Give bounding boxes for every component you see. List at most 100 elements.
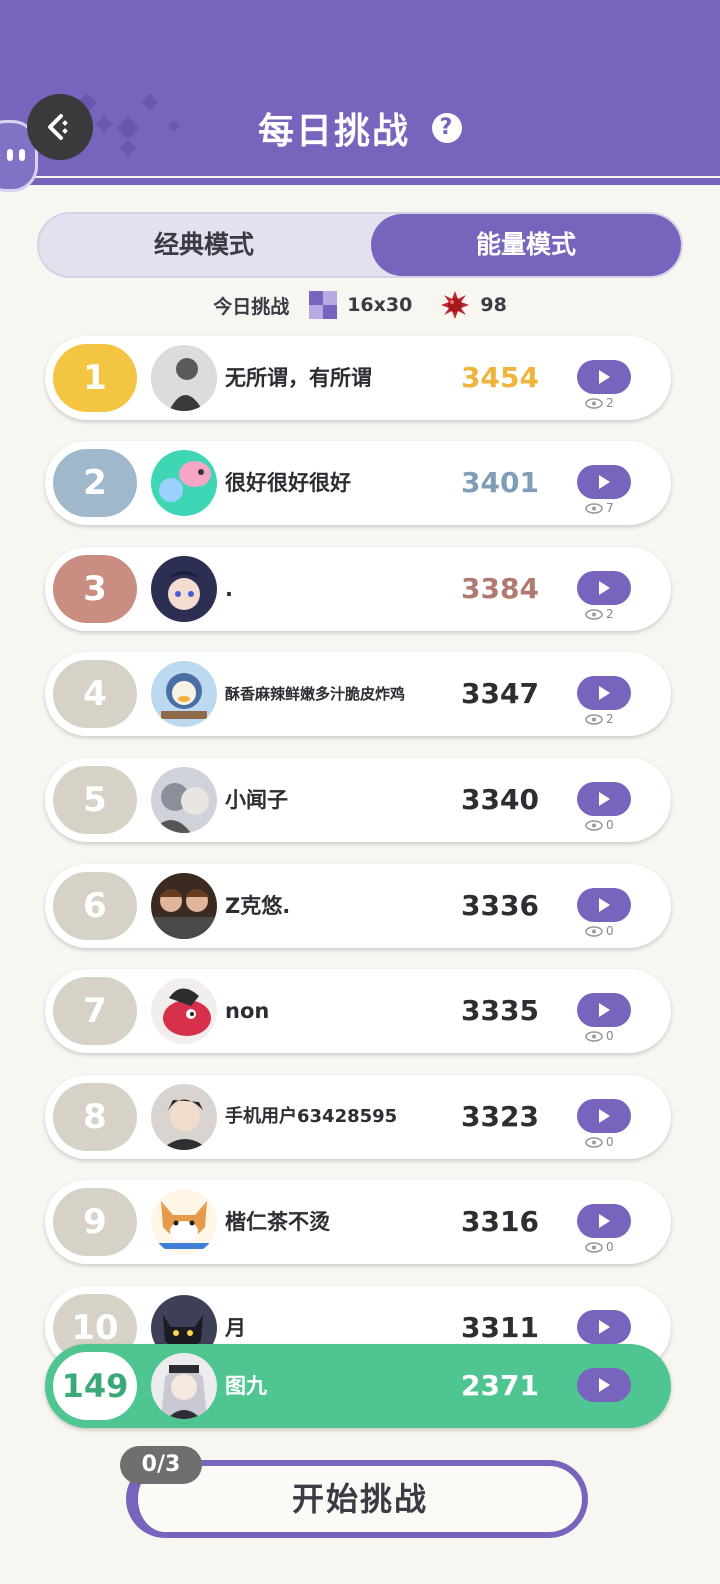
replay-button[interactable] (577, 571, 631, 605)
avatar[interactable] (151, 556, 217, 622)
player-score: 3401 (461, 466, 539, 499)
play-icon (599, 1003, 610, 1017)
my-replay-button[interactable] (577, 1368, 631, 1402)
player-name: non (225, 999, 270, 1023)
leaderboard-row[interactable]: 5 小闻子 3340 0 (45, 758, 671, 842)
rank-badge: 5 (53, 766, 137, 834)
replay-button[interactable] (577, 993, 631, 1027)
mine-icon (441, 291, 470, 319)
tab-energy-mode[interactable]: 能量模式 (371, 214, 681, 276)
eye-icon (585, 819, 603, 831)
replay-button[interactable] (577, 676, 631, 710)
player-name: 楷仁茶不烫 (225, 1210, 330, 1234)
player-name: Z克悠. (225, 894, 291, 918)
play-icon (599, 686, 610, 700)
avatar[interactable] (151, 450, 217, 516)
avatar[interactable] (151, 767, 217, 833)
leaderboard-row[interactable]: 9 楷仁茶不烫 3316 0 (45, 1180, 671, 1264)
replay-button[interactable] (577, 1204, 631, 1238)
player-score: 3323 (461, 1100, 539, 1133)
view-count-value: 2 (606, 607, 614, 621)
view-count: 7 (585, 501, 614, 515)
play-icon (599, 370, 610, 384)
leaderboard-row[interactable]: 2 很好很好很好 3401 7 (45, 441, 671, 525)
play-icon (599, 1320, 610, 1334)
board-size-icon (309, 291, 338, 319)
view-count: 0 (585, 1029, 614, 1043)
rank-badge: 1 (53, 344, 137, 412)
question-icon[interactable]: ? (432, 113, 462, 143)
avatar[interactable] (151, 873, 217, 939)
leaderboard-row[interactable]: 8 手机用户63428595 3323 0 (45, 1075, 671, 1159)
replay-button[interactable] (577, 888, 631, 922)
view-count: 0 (585, 1135, 614, 1149)
eye-icon (585, 502, 603, 514)
play-icon (599, 898, 610, 912)
avatar[interactable] (151, 978, 217, 1044)
eye-icon (585, 1241, 603, 1253)
rank-badge: 9 (53, 1188, 137, 1256)
my-avatar[interactable] (151, 1353, 217, 1419)
replay-button[interactable] (577, 360, 631, 394)
eye-icon (585, 1030, 603, 1042)
eye-icon (585, 713, 603, 725)
view-count: 0 (585, 1240, 614, 1254)
play-icon (599, 581, 610, 595)
rank-badge: 3 (53, 555, 137, 623)
eye-icon (585, 925, 603, 937)
replay-button[interactable] (577, 1310, 631, 1344)
avatar[interactable] (151, 345, 217, 411)
play-icon (599, 1378, 610, 1392)
eye-icon (585, 608, 603, 620)
view-count-value: 0 (606, 818, 614, 832)
player-name: . (225, 577, 233, 601)
player-name: 无所谓，有所谓 (225, 366, 372, 390)
rank-badge: 6 (53, 872, 137, 940)
player-score: 3335 (461, 994, 539, 1027)
player-name: 酥香麻辣鲜嫩多汁脆皮炸鸡 (225, 685, 406, 703)
rank-badge: 2 (53, 449, 137, 517)
view-count-value: 0 (606, 1029, 614, 1043)
my-name: 图九 (225, 1374, 267, 1398)
my-rank-row[interactable]: 149 图九 2371 (45, 1344, 671, 1428)
rank-badge: 8 (53, 1083, 137, 1151)
leaderboard-row[interactable]: 3 . 3384 2 (45, 547, 671, 631)
replay-button[interactable] (577, 782, 631, 816)
page-title-area: 每日挑战 ? (0, 102, 720, 154)
board-size: 16x30 (347, 294, 413, 316)
leaderboard-row[interactable]: 1 无所谓，有所谓 3454 2 (45, 336, 671, 420)
view-count: 0 (585, 818, 614, 832)
play-icon (599, 792, 610, 806)
page-title: 每日挑战 (257, 111, 410, 152)
player-score: 3347 (461, 677, 539, 710)
my-rank-badge: 149 (53, 1352, 137, 1420)
rank-badge: 4 (53, 660, 137, 728)
rank-badge: 7 (53, 977, 137, 1045)
view-count-value: 0 (606, 1135, 614, 1149)
eye-icon (585, 397, 603, 409)
player-score: 3384 (461, 572, 539, 605)
replay-button[interactable] (577, 1099, 631, 1133)
view-count-value: 0 (606, 924, 614, 938)
player-name: 手机用户63428595 (225, 1106, 398, 1127)
mode-toggle: 经典模式 能量模式 (37, 212, 683, 278)
play-icon (599, 1109, 610, 1123)
view-count: 2 (585, 396, 614, 410)
tab-classic-mode[interactable]: 经典模式 (39, 214, 369, 276)
player-score: 3454 (461, 361, 539, 394)
play-icon (599, 475, 610, 489)
view-count-value: 7 (606, 501, 614, 515)
view-count-value: 0 (606, 1240, 614, 1254)
leaderboard-row[interactable]: 6 Z克悠. 3336 0 (45, 864, 671, 948)
player-score: 3316 (461, 1205, 539, 1238)
avatar[interactable] (151, 661, 217, 727)
replay-button[interactable] (577, 465, 631, 499)
avatar[interactable] (151, 1189, 217, 1255)
leaderboard-row[interactable]: 7 non 3335 0 (45, 969, 671, 1053)
avatar[interactable] (151, 1084, 217, 1150)
play-icon (599, 1214, 610, 1228)
player-score: 3340 (461, 783, 539, 816)
player-name: 很好很好很好 (225, 471, 351, 495)
leaderboard-row[interactable]: 4 酥香麻辣鲜嫩多汁脆皮炸鸡 3347 2 (45, 652, 671, 736)
view-count-value: 2 (606, 396, 614, 410)
